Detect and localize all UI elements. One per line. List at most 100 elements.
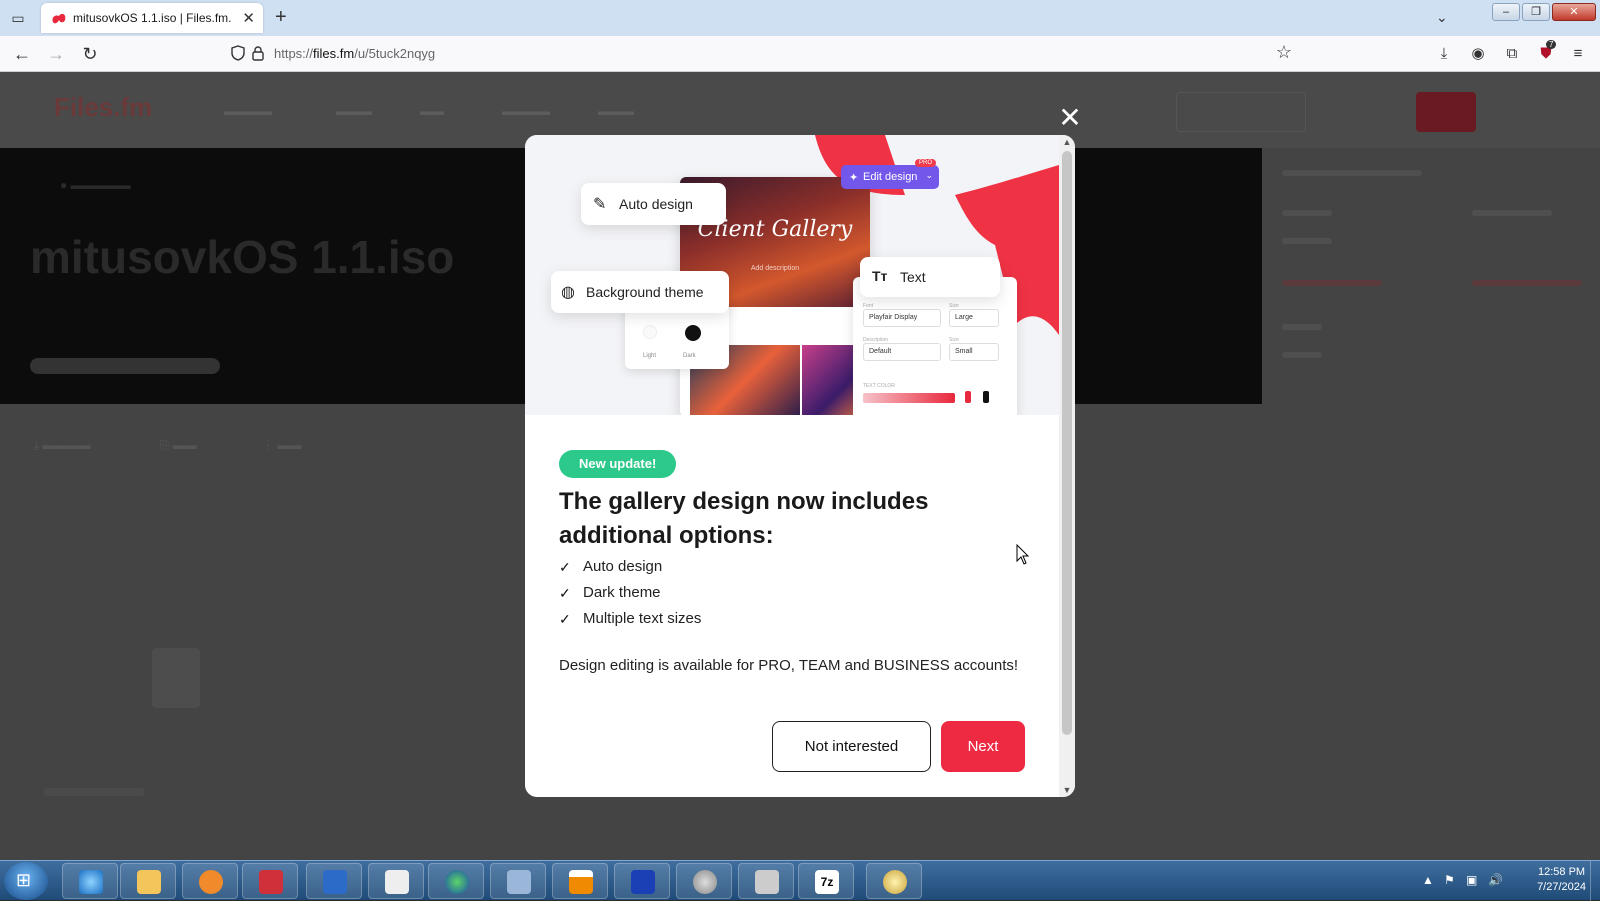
feature-item: ✓ Auto design (559, 554, 701, 580)
site-nav-item: ▬▬▬ (336, 104, 372, 118)
font-select: Playfair Display (863, 309, 941, 327)
background-theme-chip: ◍ Background theme (551, 271, 729, 313)
site-nav-item: ▬▬ (420, 104, 444, 118)
window-close-button[interactable]: ✕ (1552, 3, 1596, 21)
start-button[interactable]: ⊞ (4, 862, 48, 900)
site-logo: Files.fm (54, 92, 153, 122)
sparkle-icon: ✦ (849, 172, 859, 184)
not-interested-button[interactable]: Not interested (772, 721, 931, 772)
new-tab-icon[interactable]: + (275, 6, 287, 29)
minimize-button[interactable]: – (1492, 3, 1520, 21)
taskbar-firefox[interactable] (428, 863, 484, 899)
text-color-label: TEXT COLOR (863, 383, 895, 389)
taskbar-ie[interactable] (62, 863, 118, 899)
tray-expand-icon[interactable]: ▲ (1422, 873, 1434, 887)
taskbar-app-cd[interactable] (866, 863, 922, 899)
document-app-icon (755, 870, 779, 894)
checkmark-icon: ✓ (559, 611, 571, 627)
taskbar-app-box[interactable] (368, 863, 424, 899)
address-bar[interactable]: https://files.fm/u/5tuck2nqyg ☆ (226, 40, 1306, 68)
modal-scrollbar[interactable]: ▲ ▼ (1059, 135, 1075, 797)
taskbar-app-doc[interactable] (738, 863, 794, 899)
text-chip-label: Text (900, 269, 926, 285)
network-icon[interactable]: ▣ (1466, 873, 1477, 887)
back-arrow-icon[interactable]: ← (12, 44, 32, 64)
tab-close-icon[interactable]: ✕ (242, 9, 255, 27)
show-desktop-button[interactable] (1590, 861, 1600, 901)
checkmark-icon: ✓ (559, 585, 571, 601)
site-nav-item: ▬▬▬ (598, 104, 634, 118)
reload-icon[interactable]: ↻ (80, 44, 100, 64)
site-header-button (1176, 92, 1306, 132)
tab-title: mitusovkOS 1.1.iso | Files.fm. (73, 11, 232, 25)
hero-owner-tag: ● ▬▬▬▬▬ (60, 178, 131, 192)
scroll-down-icon[interactable]: ▼ (1059, 785, 1075, 795)
file-thumbnail (152, 648, 200, 708)
scroll-up-icon[interactable]: ▲ (1059, 137, 1075, 147)
internet-explorer-icon (79, 870, 103, 894)
taskbar-app-grid[interactable] (490, 863, 546, 899)
description-select: Default (863, 343, 941, 361)
lock-icon[interactable] (250, 45, 266, 61)
feature-item: ✓ Dark theme (559, 580, 701, 606)
window-controls: – ❐ ✕ (1492, 3, 1596, 21)
windows-taskbar: ⊞ 7z ▲ ⚑ ▣ 🔊 12:58 PM 7/27/2024 (0, 860, 1600, 901)
grid-app-icon (507, 870, 531, 894)
system-tray: ▲ ⚑ ▣ 🔊 12:58 PM 7/27/2024 (1400, 861, 1600, 901)
auto-design-chip-label: Auto design (619, 196, 693, 212)
action-center-flag-icon[interactable]: ⚑ (1444, 873, 1455, 887)
tab-overflow-chevron-icon[interactable]: ⌄ (1436, 9, 1448, 26)
volume-icon[interactable]: 🔊 (1488, 873, 1503, 887)
size-select-large: Large (949, 309, 999, 327)
downloads-icon[interactable]: ⤓ (1434, 44, 1454, 64)
tracking-shield-icon[interactable] (230, 45, 246, 61)
edit-design-label: Edit design (863, 171, 918, 183)
taskbar-7zip[interactable]: 7z (798, 863, 854, 899)
new-update-badge: New update! (559, 450, 677, 478)
seven-zip-icon: 7z (815, 870, 839, 894)
menu-hamburger-icon[interactable]: ≡ (1568, 44, 1588, 64)
taskbar-vlc[interactable] (552, 863, 608, 899)
taskbar-media-player[interactable] (182, 863, 238, 899)
page-action: ⤓ ▬▬▬▬ (34, 438, 91, 452)
url-text: https://files.fm/u/5tuck2nqyg (274, 46, 436, 61)
system-clock[interactable]: 12:58 PM 7/27/2024 (1537, 865, 1586, 895)
next-button[interactable]: Next (941, 721, 1025, 772)
account-icon[interactable]: ◉ (1468, 44, 1488, 64)
text-settings-panel: Font Playfair Display Size Large Descrip… (853, 277, 1017, 415)
page-action: ⋮ ▬▬ (262, 438, 302, 452)
page-action: ⎘ ▬▬ (160, 438, 197, 452)
background-theme-chip-label: Background theme (586, 284, 704, 300)
files-fm-favicon-icon (52, 13, 66, 24)
extensions-icon[interactable]: ⧉ (1502, 44, 1522, 64)
palette-icon: ◍ (561, 284, 575, 301)
hero-file-title: mitusovkOS 1.1.iso (30, 231, 455, 283)
scrollbar-thumb[interactable] (1062, 151, 1072, 735)
browser-nav-bar: ← → ↻ https://files.fm/u/5tuck2nqyg ☆ ⤓ … (0, 36, 1600, 72)
page-footer-text (44, 788, 144, 796)
tab-list-icon[interactable]: ▭ (8, 8, 28, 28)
taskbar-app-sync[interactable] (614, 863, 670, 899)
availability-note: Design editing is available for PRO, TEA… (559, 657, 1019, 674)
media-player-icon (199, 870, 223, 894)
checkmark-icon: ✓ (559, 559, 571, 575)
taskbar-app-blue[interactable] (306, 863, 362, 899)
taskbar-app-disc[interactable] (676, 863, 732, 899)
browser-tab[interactable]: mitusovkOS 1.1.iso | Files.fm. ✕ (41, 3, 263, 33)
red-app-icon (259, 870, 283, 894)
restore-button[interactable]: ❐ (1522, 3, 1550, 21)
vlc-cone-icon (569, 870, 593, 894)
text-chip: Tт Text (860, 257, 1000, 297)
modal-close-icon[interactable]: ✕ (1056, 104, 1084, 132)
pro-badge: PRO (915, 159, 937, 167)
update-modal: Client Gallery Add description ✦ Edit de… (525, 135, 1075, 797)
disc-app-icon (693, 870, 717, 894)
taskbar-app-red[interactable] (242, 863, 298, 899)
taskbar-explorer[interactable] (120, 863, 176, 899)
magic-wand-icon: ✎ (593, 196, 607, 213)
forward-arrow-icon[interactable]: → (46, 44, 66, 64)
bookmark-star-icon[interactable]: ☆ (1276, 42, 1292, 63)
folder-icon (137, 870, 161, 894)
site-nav-item: ▬▬▬▬ (224, 104, 272, 118)
browser-globe-icon (445, 870, 469, 894)
